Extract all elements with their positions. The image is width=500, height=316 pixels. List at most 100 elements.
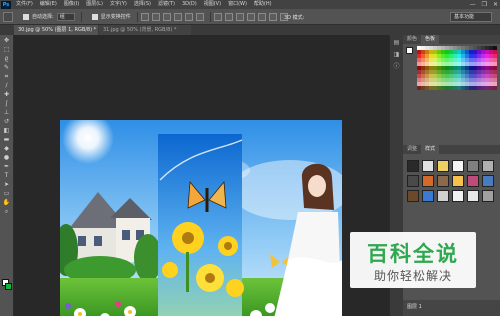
- distribute-middle-icon[interactable]: [224, 12, 233, 21]
- auto-select-checkbox[interactable]: [23, 13, 29, 20]
- style-preset[interactable]: [422, 160, 434, 172]
- style-preset[interactable]: [482, 175, 494, 187]
- tab-document-31[interactable]: 31.jpg @ 50% (背景, RGB/8) *: [99, 25, 191, 35]
- quick-select-tool-icon[interactable]: ✎: [2, 64, 11, 71]
- separator: [80, 11, 82, 22]
- menu-image[interactable]: 图像(I): [64, 0, 79, 9]
- composite-image: [60, 120, 342, 316]
- history-brush-tool-icon[interactable]: ↺: [2, 118, 11, 125]
- move-tool-preset-icon[interactable]: [3, 11, 13, 22]
- clone-stamp-tool-icon[interactable]: ⊥: [2, 109, 11, 116]
- styles-tabs: 调整 样式: [403, 145, 500, 154]
- blur-tool-icon[interactable]: ◆: [2, 145, 11, 152]
- align-middle-icon[interactable]: [151, 12, 160, 21]
- menu-layer[interactable]: 图层(L): [86, 0, 103, 9]
- menu-view[interactable]: 视图(V): [204, 0, 221, 9]
- style-preset[interactable]: [452, 175, 464, 187]
- style-preset[interactable]: [437, 190, 449, 202]
- swatches-panel: 颜色 色板: [403, 35, 500, 110]
- foreground-swatch-preview[interactable]: [406, 47, 413, 54]
- tab-color[interactable]: 颜色: [403, 35, 421, 44]
- align-center-icon[interactable]: [184, 12, 193, 21]
- eraser-tool-icon[interactable]: ◧: [2, 127, 11, 134]
- style-preset[interactable]: [467, 160, 479, 172]
- hand-tool-icon[interactable]: ✋: [2, 199, 11, 206]
- tab-document-30[interactable]: 30.jpg @ 50% (图层 1, RGB/8) *: [14, 25, 98, 35]
- style-preset[interactable]: [467, 175, 479, 187]
- type-tool-icon[interactable]: T: [2, 172, 11, 179]
- distribute-center-icon[interactable]: [257, 12, 266, 21]
- style-preset[interactable]: [452, 160, 464, 172]
- menu-edit[interactable]: 编辑(E): [40, 0, 57, 9]
- style-preset[interactable]: [452, 190, 464, 202]
- move-tool-icon[interactable]: ✥: [2, 37, 11, 44]
- menu-bar: Ps 文件(F) 编辑(E) 图像(I) 图层(L) 文字(Y) 选择(S) 滤…: [0, 0, 500, 9]
- shape-tool-icon[interactable]: ▭: [2, 190, 11, 197]
- align-left-icon[interactable]: [173, 12, 182, 21]
- canvas-area: [15, 35, 389, 316]
- menu-window[interactable]: 窗口(W): [228, 0, 247, 9]
- document-canvas[interactable]: [60, 120, 342, 316]
- style-preset[interactable]: [407, 175, 419, 187]
- brush-tool-icon[interactable]: ∫: [2, 100, 11, 107]
- style-preset[interactable]: [482, 190, 494, 202]
- tab-styles[interactable]: 样式: [421, 145, 440, 154]
- close-icon[interactable]: ✕: [493, 0, 498, 9]
- distribute-top-icon[interactable]: [213, 12, 222, 21]
- info-panel-icon[interactable]: ⓘ: [392, 63, 401, 71]
- tree: [134, 234, 162, 282]
- layers-panel-row[interactable]: 图层 1: [403, 300, 500, 316]
- pen-tool-icon[interactable]: ✒: [2, 163, 11, 170]
- style-grid[interactable]: [407, 160, 496, 202]
- style-preset[interactable]: [482, 160, 494, 172]
- maximize-icon[interactable]: ❐: [482, 0, 487, 9]
- align-top-icon[interactable]: [140, 12, 149, 21]
- distribute-bottom-icon[interactable]: [235, 12, 244, 21]
- distribute-right-icon[interactable]: [268, 12, 277, 21]
- tab-swatches[interactable]: 色板: [421, 35, 440, 44]
- menu-select[interactable]: 选择(S): [134, 0, 151, 9]
- background-color-swatch[interactable]: [5, 283, 12, 290]
- separator: [209, 11, 211, 22]
- photoshop-logo: Ps: [1, 0, 11, 9]
- path-selection-tool-icon[interactable]: ➤: [2, 181, 11, 188]
- menu-file[interactable]: 文件(F): [16, 0, 33, 9]
- minimize-icon[interactable]: —: [470, 0, 476, 9]
- lasso-tool-icon[interactable]: ϱ: [2, 55, 11, 62]
- align-bottom-icon[interactable]: [162, 12, 171, 21]
- properties-panel-icon[interactable]: ◨: [392, 51, 401, 59]
- tab-adjustments[interactable]: 调整: [403, 145, 421, 154]
- crop-tool-icon[interactable]: ⌗: [2, 73, 11, 80]
- menu-filter[interactable]: 滤镜(T): [158, 0, 175, 9]
- menu-3d[interactable]: 3D(D): [182, 0, 197, 9]
- swatch-grid[interactable]: [417, 46, 497, 90]
- styles-panel: 调整 样式: [403, 145, 500, 225]
- menu-type[interactable]: 文字(Y): [110, 0, 127, 9]
- watermark-subtitle: 助你轻松解决: [373, 269, 452, 283]
- dodge-tool-icon[interactable]: ●: [2, 154, 11, 161]
- show-transform-checkbox[interactable]: [91, 13, 98, 20]
- style-preset[interactable]: [422, 190, 434, 202]
- style-preset[interactable]: [407, 160, 419, 172]
- align-right-icon[interactable]: [195, 12, 204, 21]
- marquee-tool-icon[interactable]: ⬚: [2, 46, 11, 53]
- separator: [136, 11, 138, 22]
- healing-brush-tool-icon[interactable]: ✚: [2, 91, 11, 98]
- eyedropper-tool-icon[interactable]: ∕: [2, 82, 11, 89]
- style-preset[interactable]: [422, 175, 434, 187]
- workspace-dropdown[interactable]: 基本功能: [450, 12, 492, 22]
- style-preset[interactable]: [437, 160, 449, 172]
- style-preset[interactable]: [467, 190, 479, 202]
- gradient-tool-icon[interactable]: ▬: [2, 136, 11, 143]
- history-panel-icon[interactable]: ▤: [392, 39, 401, 47]
- auto-select-dropdown[interactable]: 组: [56, 12, 75, 21]
- document-tab-row: 30.jpg @ 50% (图层 1, RGB/8) * 31.jpg @ 50…: [0, 25, 500, 35]
- style-preset[interactable]: [437, 175, 449, 187]
- zoom-tool-icon[interactable]: ⌕: [2, 208, 11, 215]
- style-preset[interactable]: [407, 190, 419, 202]
- color-swatch[interactable]: [493, 86, 497, 90]
- menu-help[interactable]: 帮助(H): [254, 0, 272, 9]
- distribute-left-icon[interactable]: [246, 12, 255, 21]
- photoshop-window: Ps 文件(F) 编辑(E) 图像(I) 图层(L) 文字(Y) 选择(S) 滤…: [0, 0, 500, 316]
- toolbox: ✥ ⬚ ϱ ✎ ⌗ ∕ ✚ ∫ ⊥ ↺ ◧ ▬ ◆ ● ✒ T ➤ ▭ ✋ ⌕: [0, 35, 14, 316]
